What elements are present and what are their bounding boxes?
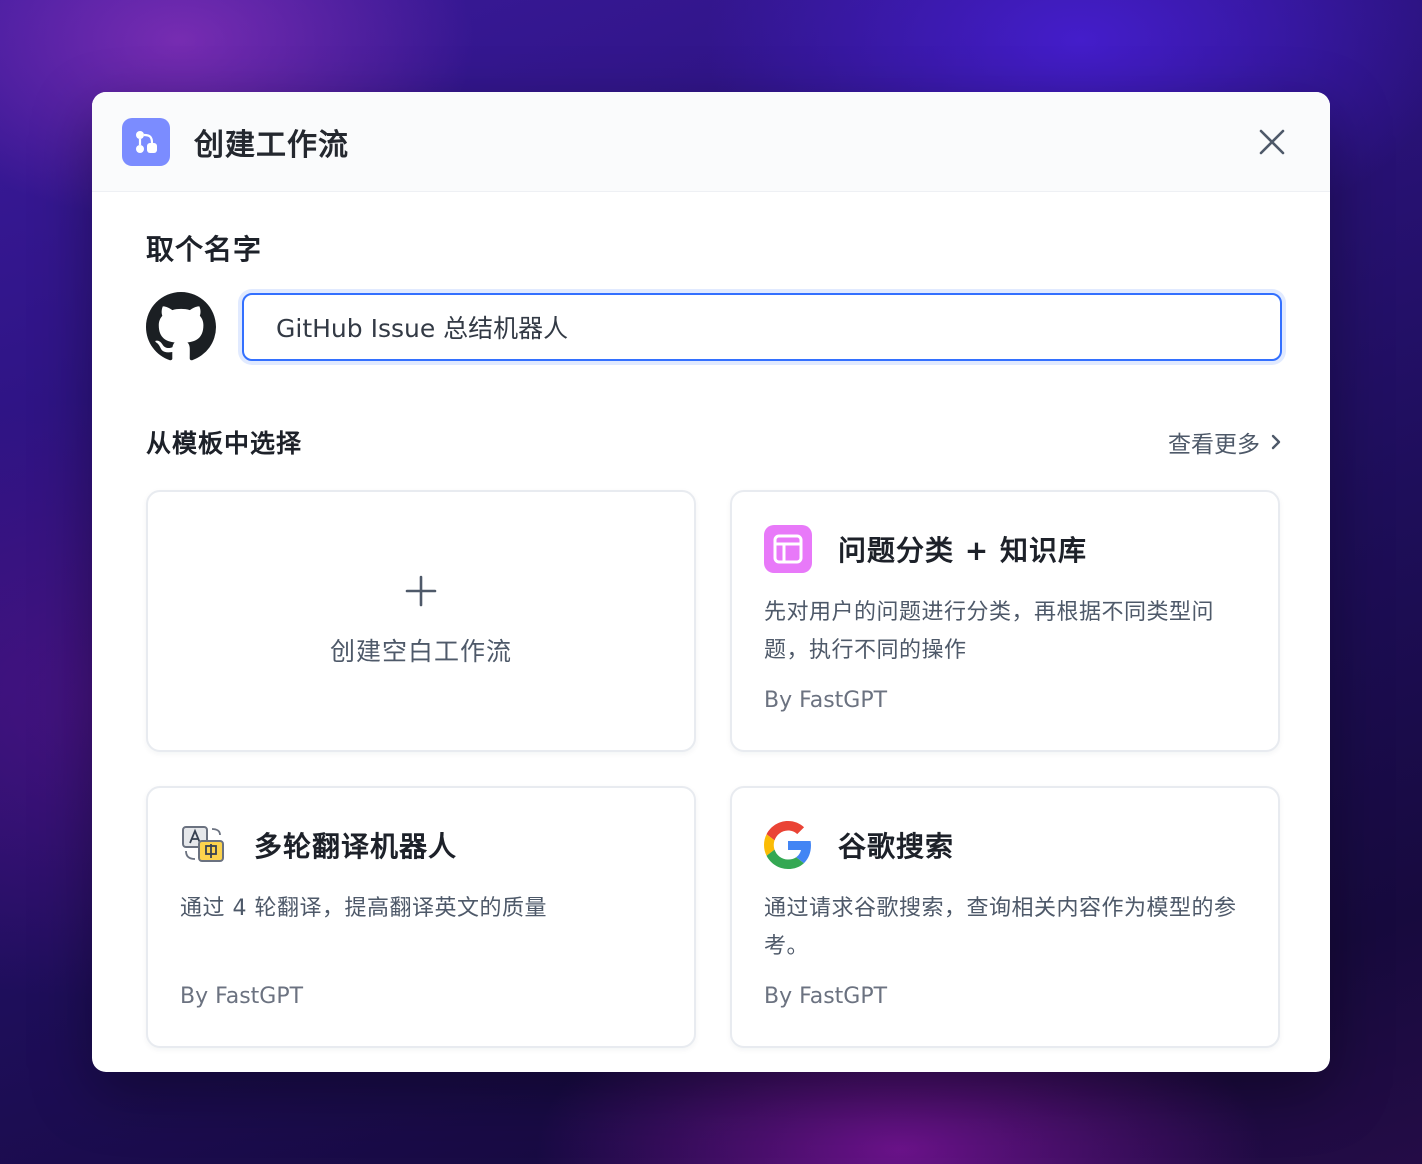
workflow-icon — [122, 117, 170, 166]
template-card-multi-round-translate[interactable]: 多轮翻译机器人 通过 4 轮翻译，提高翻译英文的质量 By FastGPT — [146, 786, 696, 1048]
template-author: By FastGPT — [180, 984, 304, 1009]
template-description: 先对用户的问题进行分类，再根据不同类型问题，执行不同的操作 — [764, 600, 1215, 663]
see-more-link[interactable]: 查看更多 — [1168, 425, 1282, 459]
chevron-right-icon — [1271, 434, 1281, 450]
template-grid: 创建空白工作流 问题分类 + 知识库 先对用户的问题进行分类，再根据不同类型问题… — [146, 490, 1282, 1048]
dialog-title: 创建工作流 — [194, 127, 349, 163]
dialog-header: 创建工作流 — [92, 92, 1330, 192]
layout-icon — [764, 525, 812, 573]
google-icon — [764, 821, 812, 869]
avatar[interactable] — [146, 292, 216, 362]
github-icon — [146, 292, 216, 361]
create-blank-workflow-label: 创建空白工作流 — [329, 637, 512, 666]
template-title: 问题分类 + 知识库 — [838, 534, 1087, 567]
workflow-name-input[interactable] — [242, 293, 1282, 361]
template-description: 通过请求谷歌搜索，查询相关内容作为模型的参考。 — [764, 896, 1237, 959]
template-author: By FastGPT — [764, 984, 888, 1009]
template-card-question-classify[interactable]: 问题分类 + 知识库 先对用户的问题进行分类，再根据不同类型问题，执行不同的操作… — [730, 490, 1280, 752]
template-description: 通过 4 轮翻译，提高翻译英文的质量 — [180, 896, 547, 921]
create-workflow-dialog: 创建工作流 取个名字 从模板中选择 查看更多 — [92, 92, 1330, 1072]
create-blank-workflow-card[interactable]: 创建空白工作流 — [146, 490, 696, 752]
plus-icon — [405, 575, 437, 607]
see-more-label: 查看更多 — [1168, 432, 1260, 458]
template-author: By FastGPT — [764, 688, 888, 713]
close-icon — [1259, 129, 1285, 155]
dialog-body: 取个名字 从模板中选择 查看更多 创建空白工 — [92, 192, 1330, 1048]
name-row — [146, 292, 1282, 362]
template-title: 多轮翻译机器人 — [254, 830, 458, 863]
close-button[interactable] — [1252, 122, 1292, 162]
template-section-header: 从模板中选择 查看更多 — [146, 424, 1282, 460]
template-section-label: 从模板中选择 — [146, 429, 303, 458]
template-title: 谷歌搜索 — [838, 830, 955, 863]
name-section-label: 取个名字 — [146, 233, 263, 266]
translate-icon — [180, 821, 228, 869]
template-card-google-search[interactable]: 谷歌搜索 通过请求谷歌搜索，查询相关内容作为模型的参考。 By FastGPT — [730, 786, 1280, 1048]
